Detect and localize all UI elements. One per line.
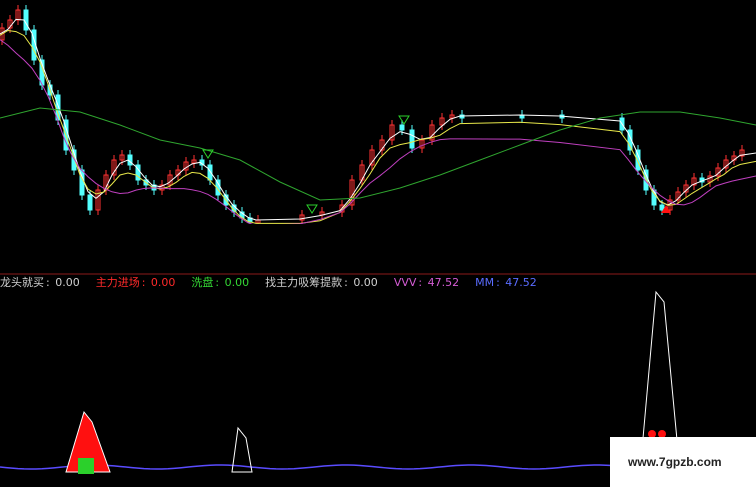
legend-item: 主力进场: 0.00 <box>96 276 178 289</box>
legend-label: MM <box>475 276 495 289</box>
legend-item: VVV: 47.52 <box>394 276 461 289</box>
ma-yellow-line <box>0 29 756 224</box>
down-arrow-icon <box>398 115 410 125</box>
legend-item: 龙头就买: 0.00 <box>0 276 82 289</box>
legend-label: VVV <box>393 276 417 289</box>
legend-value: 0.00 <box>55 276 80 289</box>
legend-sep: : <box>215 276 223 289</box>
legend-sep: : <box>344 276 352 289</box>
legend-value: 0.00 <box>353 276 378 289</box>
legend-value: 47.52 <box>505 276 537 289</box>
legend-sep: : <box>46 276 54 289</box>
legend-sep: : <box>141 276 149 289</box>
candle-body <box>399 124 405 131</box>
watermark-text: www.7gpzb.com <box>628 455 722 469</box>
candle-body <box>87 194 93 211</box>
legend-label: 龙头就买 <box>0 276 44 289</box>
legend-value: 0.00 <box>224 276 250 289</box>
candle-body <box>23 9 29 31</box>
panel-mask <box>0 224 756 274</box>
ma-white-line <box>0 18 756 221</box>
candle-body <box>409 129 415 149</box>
stock-chart <box>0 5 756 474</box>
main-price-panel <box>0 5 756 274</box>
wash-bar <box>78 458 94 474</box>
legend-label: 主力进场 <box>95 276 140 289</box>
legend-item: 洗盘: 0.00 <box>191 276 251 289</box>
legend-item: MM: 47.52 <box>475 276 539 289</box>
legend-sep: : <box>496 276 504 289</box>
indicator-legend: 龙头就买: 0.00 主力进场: 0.00 洗盘: 0.00 找主力吸筹提款: 0.0… <box>0 275 553 291</box>
legend-value: 47.52 <box>427 276 460 289</box>
legend-sep: : <box>418 276 426 289</box>
legend-value: 0.00 <box>150 276 176 289</box>
ma-magenta-line <box>0 39 756 227</box>
down-arrow-icon <box>306 204 318 214</box>
legend-item: 找主力吸筹提款: 0.00 <box>265 276 380 289</box>
legend-label: 找主力吸筹提款 <box>265 276 343 289</box>
legend-label: 洗盘 <box>191 276 214 289</box>
